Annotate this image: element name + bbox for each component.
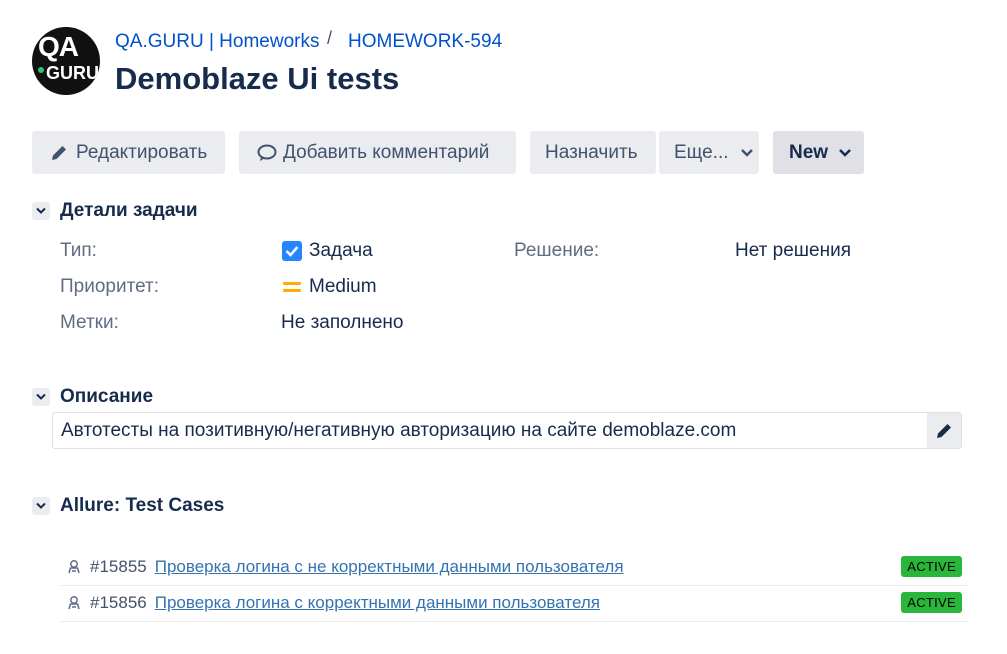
test-case-row: #15855 Проверка логина с не корректными …: [60, 549, 968, 585]
robot-icon: [68, 560, 80, 574]
description-section-header[interactable]: Описание: [32, 386, 153, 408]
project-avatar[interactable]: QA GURU: [32, 27, 100, 95]
status-dropdown-label: New: [789, 141, 829, 163]
status-badge: ACTIVE: [901, 592, 962, 613]
labels-label: Метки:: [60, 312, 119, 333]
priority-medium-icon: [283, 282, 301, 292]
row-divider: [60, 621, 968, 622]
breadcrumb-issue-link[interactable]: HOMEWORK-594: [348, 31, 502, 53]
chevron-down-icon: [839, 148, 851, 157]
add-comment-button-label: Добавить комментарий: [283, 141, 490, 163]
allure-section-title: Allure: Test Cases: [60, 495, 225, 516]
test-case-link[interactable]: Проверка логина с корректными данными по…: [155, 593, 600, 613]
avatar-logo-text-bottom: GURU: [46, 63, 99, 83]
resolution-value: Нет решения: [735, 240, 851, 261]
priority-label: Приоритет:: [60, 276, 159, 297]
type-label: Тип:: [60, 240, 97, 261]
labels-value[interactable]: Не заполнено: [281, 312, 404, 334]
pencil-icon: [52, 145, 66, 160]
breadcrumb-project-link[interactable]: QA.GURU | Homeworks: [115, 31, 319, 53]
priority-value: Medium: [281, 276, 377, 298]
chevron-down-icon: [740, 148, 753, 157]
test-case-row: #15856 Проверка логина с корректными дан…: [60, 585, 968, 621]
edit-button[interactable]: Редактировать: [32, 131, 225, 174]
resolution-label: Решение:: [514, 240, 600, 261]
assign-button[interactable]: Назначить: [530, 131, 656, 174]
task-checkbox-icon: [282, 241, 302, 261]
edit-button-label: Редактировать: [76, 141, 208, 163]
description-section-title: Описание: [60, 386, 154, 407]
more-dropdown-label: Еще...: [674, 141, 729, 163]
description-field[interactable]: Автотесты на позитивную/негативную автор…: [52, 412, 962, 449]
assign-button-label: Назначить: [545, 141, 638, 163]
robot-icon: [68, 596, 80, 610]
avatar-logo-dot: [38, 67, 44, 73]
status-badge: ACTIVE: [901, 556, 962, 577]
details-section-header[interactable]: Детали задачи: [32, 200, 198, 222]
type-value-text: Задача: [309, 240, 373, 261]
test-case-id: #15855: [90, 557, 147, 576]
collapse-chevron-icon[interactable]: [32, 388, 50, 406]
type-value: Задача: [281, 240, 373, 262]
pencil-icon: [937, 423, 951, 438]
status-dropdown-button[interactable]: New: [773, 131, 864, 174]
collapse-chevron-icon[interactable]: [32, 497, 50, 515]
description-text: Автотесты на позитивную/негативную автор…: [61, 420, 737, 441]
comment-icon: [257, 144, 277, 161]
breadcrumb-separator: /: [327, 28, 333, 48]
test-case-id: #15856: [90, 593, 147, 612]
avatar-logo-text-top: QA: [38, 31, 79, 62]
details-section-title: Детали задачи: [60, 200, 198, 221]
allure-section-header[interactable]: Allure: Test Cases: [32, 495, 224, 517]
test-case-link[interactable]: Проверка логина с не корректными данными…: [155, 557, 624, 577]
issue-title[interactable]: Demoblaze Ui tests: [115, 61, 399, 97]
add-comment-button[interactable]: Добавить комментарий: [239, 131, 516, 174]
collapse-chevron-icon[interactable]: [32, 202, 50, 220]
description-edit-button[interactable]: [927, 413, 961, 448]
priority-value-text: Medium: [309, 276, 377, 297]
more-dropdown-button[interactable]: Еще...: [659, 131, 759, 174]
